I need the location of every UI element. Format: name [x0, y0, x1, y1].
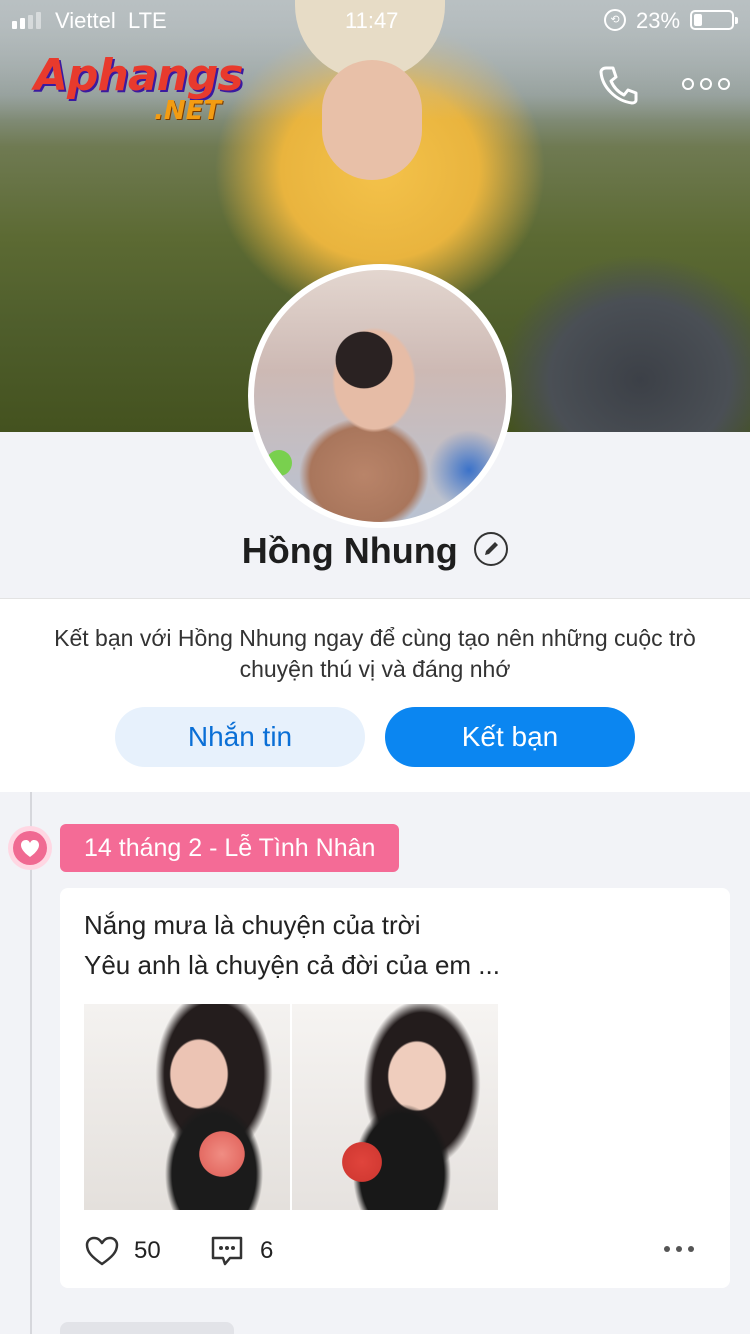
watermark-word: Aphangs — [34, 50, 244, 101]
battery-icon — [690, 10, 738, 30]
post-text-line: Nắng mưa là chuyện của trời — [84, 910, 421, 940]
profile-name: Hồng Nhung — [241, 530, 458, 571]
clock: 11:47 — [345, 8, 399, 33]
post-card: Nắng mưa là chuyện của trời Yêu anh là c… — [60, 888, 730, 1288]
post-photo[interactable] — [292, 1004, 498, 1210]
pencil-icon[interactable] — [474, 532, 509, 566]
avatar[interactable] — [248, 264, 512, 528]
rotation-lock-icon: ⟲ — [604, 9, 626, 31]
signal-icon — [12, 12, 41, 29]
post-more-icon[interactable] — [664, 1246, 694, 1252]
more-horizontal-icon[interactable] — [682, 74, 730, 94]
add-friend-button[interactable]: Kết bạn — [385, 707, 635, 767]
avatar-background-object — [266, 450, 292, 476]
cover-subject-face — [322, 60, 422, 180]
friend-intro-card: Kết bạn với Hồng Nhung ngay để cùng tạo … — [0, 598, 750, 792]
heart-icon — [8, 826, 52, 870]
status-bar: Viettel LTE 11:47 ⟲ 23% — [0, 0, 750, 40]
comment-count: 6 — [260, 1237, 274, 1264]
watermark-tld: .NET — [154, 96, 222, 126]
battery-percent: 23% — [636, 8, 681, 33]
watermark-logo: Aphangs .NET — [34, 50, 274, 130]
heart-outline-icon — [85, 1236, 119, 1266]
next-post-card — [60, 1322, 234, 1334]
post-text-line: Yêu anh là chuyện cả đời của em ... — [84, 950, 500, 980]
comment-button[interactable]: 6 — [210, 1234, 273, 1268]
message-button[interactable]: Nhắn tin — [115, 707, 365, 767]
friend-intro-message: Kết bạn với Hồng Nhung ngay để cùng tạo … — [54, 625, 696, 682]
event-tag[interactable]: 14 tháng 2 - Lễ Tình Nhân — [60, 824, 400, 872]
phone-icon[interactable] — [596, 62, 640, 106]
carrier-label: Viettel LTE — [55, 8, 167, 33]
timeline-line — [30, 792, 32, 1334]
like-count: 50 — [134, 1237, 161, 1264]
profile-name-row: Hồng Nhung — [0, 530, 750, 576]
comment-icon — [211, 1236, 243, 1266]
like-button[interactable]: 50 — [84, 1234, 161, 1268]
post-photo[interactable] — [84, 1004, 290, 1210]
